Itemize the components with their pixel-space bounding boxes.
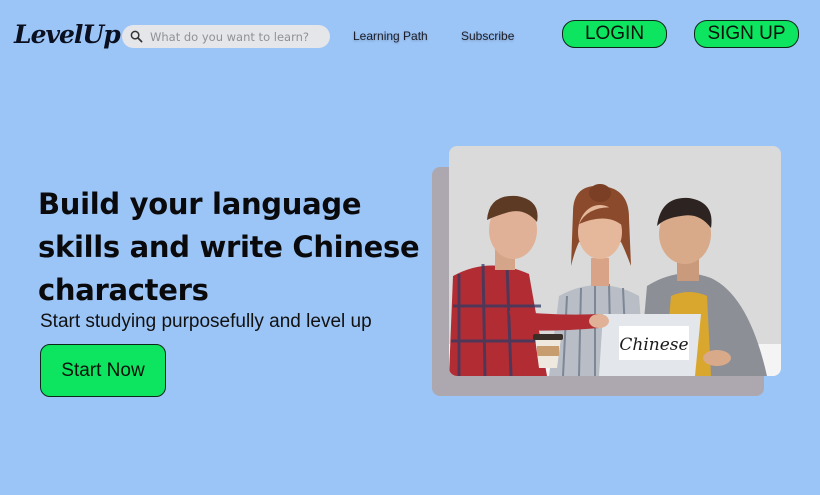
logo[interactable]: LevelUp [14,20,121,49]
hero-photo: Chinese [449,146,781,376]
search-bar[interactable] [122,25,330,48]
search-icon [130,30,143,43]
hero-subtitle: Start studying purposefully and level up [40,311,372,332]
hero-title: Build your language skills and write Chi… [38,187,420,307]
nav-link-subscribe[interactable]: Subscribe [461,29,514,43]
search-input[interactable] [150,29,320,44]
start-now-button[interactable]: Start Now [40,344,166,397]
students-illustration: Chinese [449,184,781,376]
laptop-screen-text: Chinese [619,335,688,355]
signup-button[interactable]: SIGN UP [694,20,799,48]
nav-link-learning-path[interactable]: Learning Path [353,29,428,43]
top-nav: LevelUp Learning Path Subscribe LOGIN SI… [0,0,820,72]
login-button[interactable]: LOGIN [562,20,667,48]
